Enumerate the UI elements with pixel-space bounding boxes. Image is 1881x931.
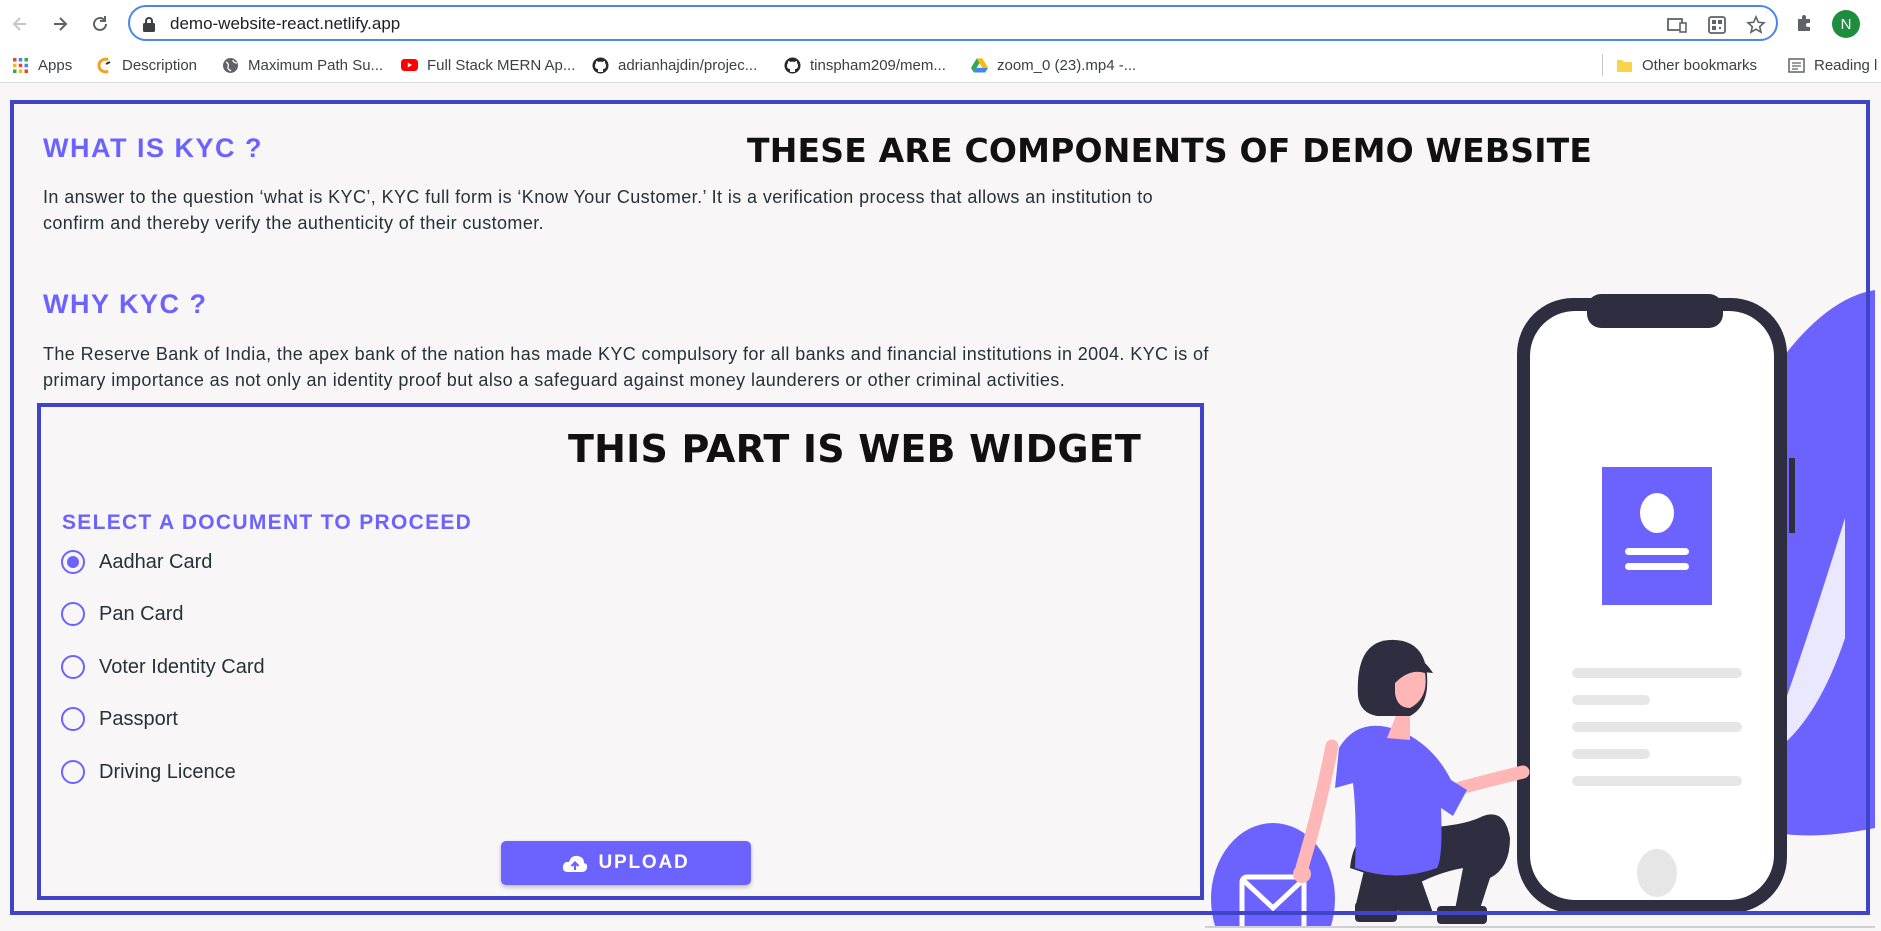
radio-button[interactable] — [61, 707, 85, 731]
bookmark-zoom[interactable]: zoom_0 (23).mp4 -... — [971, 55, 1136, 75]
bookmark-label: Apps — [38, 56, 73, 74]
ground-line — [1205, 926, 1875, 928]
option-label: Driving Licence — [99, 760, 236, 783]
bookmark-description[interactable]: Description — [96, 55, 197, 75]
reload-icon — [93, 16, 107, 31]
option-label: Voter Identity Card — [99, 655, 265, 678]
why-kyc-heading: WHY KYC ? — [43, 289, 208, 319]
bookmark-label: Maximum Path Su... — [248, 56, 384, 74]
bookmark-tinspham209[interactable]: tinspham209/mem... — [784, 55, 946, 75]
what-is-kyc-text: In answer to the question ‘what is KYC’,… — [43, 187, 1154, 233]
bookmark-full-stack-mern[interactable]: Full Stack MERN Ap... — [401, 55, 575, 75]
browser-toolbar: demo-website-react.netlify.app N — [0, 0, 1881, 48]
back-arrow-icon — [12, 17, 26, 31]
page-viewport: THESE ARE COMPONENTS OF DEMO WEBSITE WHA… — [0, 83, 1881, 931]
bookmark-maximum-path[interactable]: Maximum Path Su... — [222, 55, 383, 75]
qr-code-icon[interactable] — [1705, 15, 1729, 35]
folder-icon — [1616, 57, 1633, 74]
web-widget: THIS PART IS WEB WIDGET SELECT A DOCUMEN… — [37, 403, 1204, 900]
globe-icon — [222, 57, 239, 74]
forward-arrow-icon — [54, 17, 68, 31]
bookmarks-separator — [1602, 54, 1603, 76]
lock-icon — [143, 17, 155, 32]
url-text: demo-website-react.netlify.app — [170, 14, 401, 33]
address-bar[interactable]: demo-website-react.netlify.app — [128, 5, 1778, 41]
radio-selected-dot — [67, 556, 79, 568]
bookmark-label: Description — [122, 56, 198, 74]
reading-list[interactable]: Reading l — [1788, 55, 1877, 75]
option-passport[interactable]: Passport — [61, 704, 178, 734]
option-label: Passport — [99, 707, 178, 730]
option-label: Pan Card — [99, 602, 184, 625]
option-aadhar-card[interactable]: Aadhar Card — [61, 547, 212, 577]
extensions-puzzle-icon[interactable] — [1794, 12, 1816, 34]
option-driving-licence[interactable]: Driving Licence — [61, 757, 236, 787]
github-icon — [592, 57, 609, 74]
bookmark-star-icon[interactable] — [1744, 15, 1768, 35]
option-label: Aadhar Card — [99, 550, 213, 573]
apps-grid-icon — [12, 57, 29, 74]
cloud-upload-icon — [563, 855, 588, 872]
github-icon — [784, 57, 801, 74]
web-widget-annotation: THIS PART IS WEB WIDGET — [568, 427, 1142, 471]
youtube-icon — [401, 57, 418, 74]
back-button[interactable] — [6, 10, 34, 38]
forward-button[interactable] — [46, 10, 74, 38]
bookmark-label: tinspham209/mem... — [810, 56, 946, 74]
radio-button[interactable] — [61, 550, 85, 574]
reload-button[interactable] — [86, 10, 114, 38]
other-bookmarks[interactable]: Other bookmarks — [1616, 55, 1757, 75]
site-favicon-icon — [96, 57, 113, 74]
profile-avatar[interactable]: N — [1832, 10, 1860, 38]
radio-button[interactable] — [61, 655, 85, 679]
select-document-title: SELECT A DOCUMENT TO PROCEED — [62, 511, 473, 534]
why-kyc-text: The Reserve Bank of India, the apex bank… — [43, 344, 1209, 390]
bookmark-label: Full Stack MERN Ap... — [427, 56, 576, 74]
upload-button[interactable]: UPLOAD — [501, 841, 751, 885]
cast-icon[interactable] — [1665, 15, 1689, 35]
upload-label: UPLOAD — [598, 852, 690, 873]
bookmarks-bar: Apps Description Maximum Path Su... Full… — [0, 48, 1881, 83]
reading-list-icon — [1788, 57, 1805, 74]
radio-button[interactable] — [61, 760, 85, 784]
bookmark-label: adrianhajdin/projec... — [618, 56, 758, 74]
bookmark-adrianhajdin[interactable]: adrianhajdin/projec... — [592, 55, 757, 75]
bookmark-label: zoom_0 (23).mp4 -... — [997, 56, 1137, 74]
bookmark-label: Other bookmarks — [1642, 56, 1758, 74]
google-drive-icon — [971, 57, 988, 74]
option-voter-identity-card[interactable]: Voter Identity Card — [61, 652, 265, 682]
option-pan-card[interactable]: Pan Card — [61, 599, 184, 629]
radio-button[interactable] — [61, 602, 85, 626]
demo-website-annotation: THESE ARE COMPONENTS OF DEMO WEBSITE — [747, 131, 1593, 170]
what-is-kyc-heading: WHAT IS KYC ? — [43, 133, 263, 163]
bookmark-label: Reading l — [1814, 56, 1878, 74]
bookmark-apps[interactable]: Apps — [12, 55, 72, 75]
